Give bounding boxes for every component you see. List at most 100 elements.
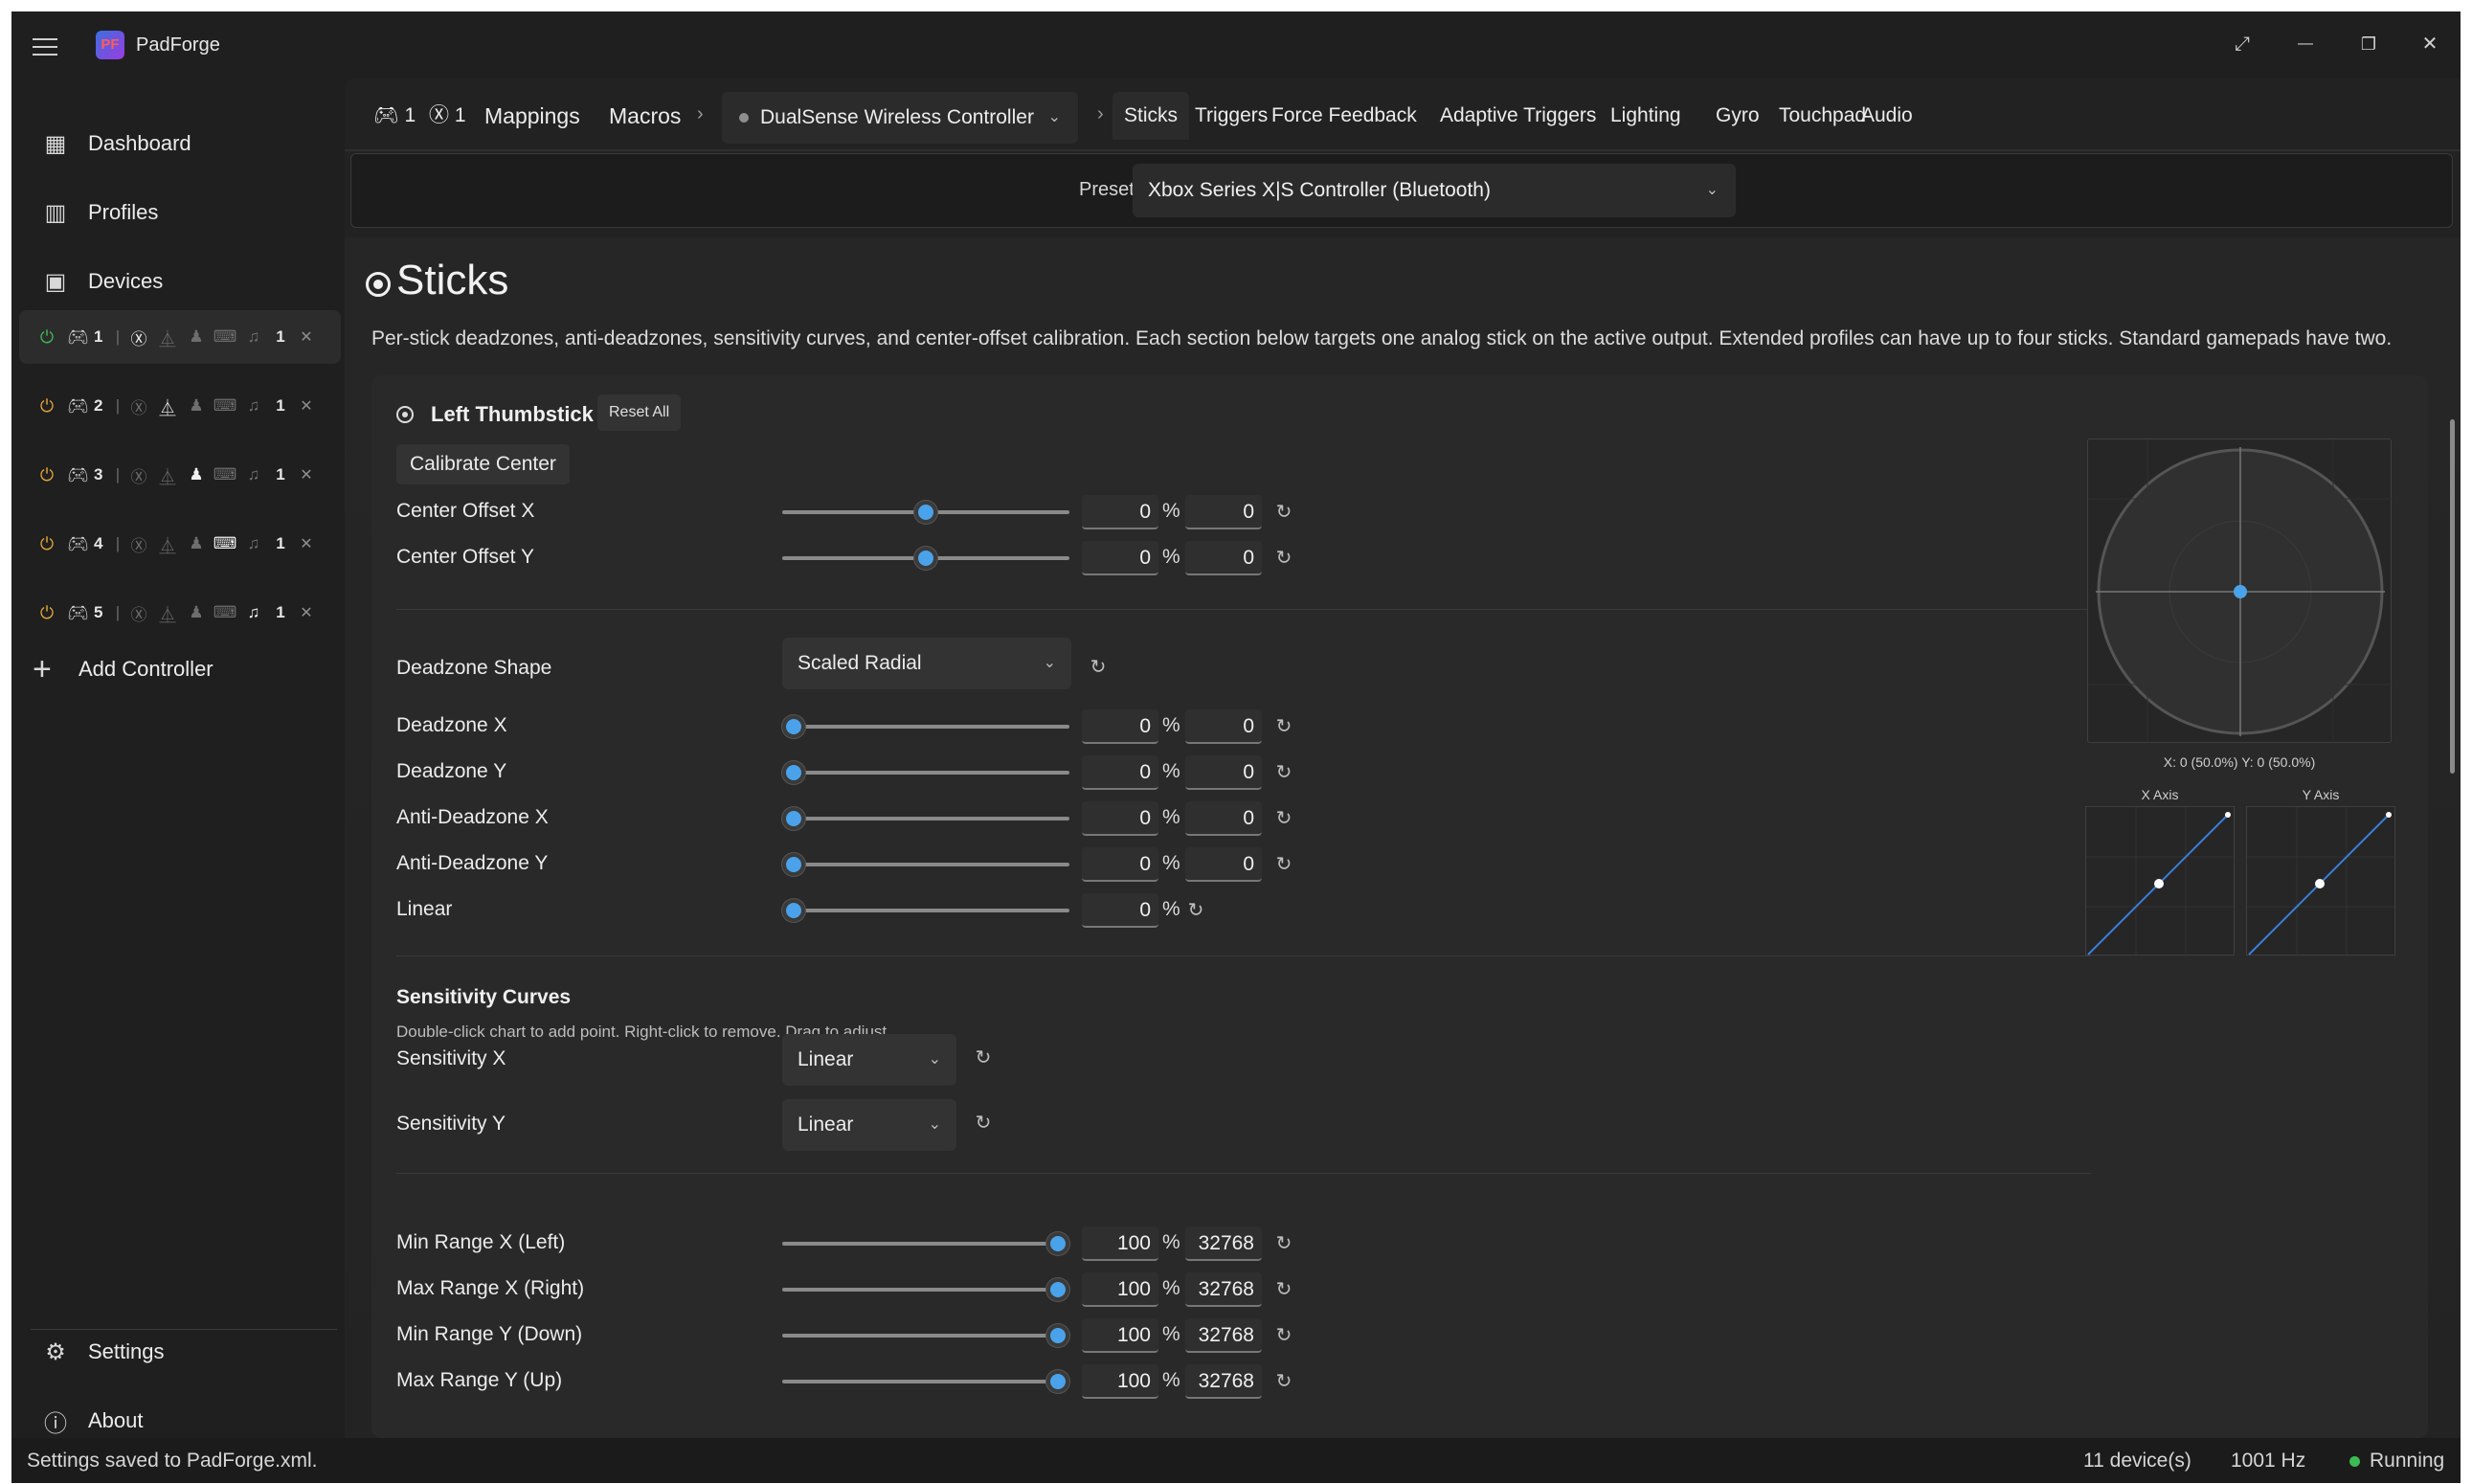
close-icon[interactable]: ✕ bbox=[293, 327, 320, 347]
restore-button[interactable]: ❐ bbox=[2349, 27, 2388, 61]
keyboard-icon[interactable]: ⌨ bbox=[211, 603, 239, 622]
anti-deadzone-y-slider[interactable] bbox=[782, 850, 1069, 879]
playstation-icon[interactable]: ⏅ bbox=[153, 601, 182, 625]
midi-icon[interactable]: ♫ bbox=[239, 396, 268, 416]
reset-icon[interactable]: ↻ bbox=[1273, 714, 1294, 738]
slider-thumb[interactable] bbox=[1046, 1232, 1069, 1255]
xbox-icon[interactable]: Ⓧ bbox=[124, 463, 153, 487]
nav-profiles[interactable]: ▥ Profiles bbox=[23, 186, 339, 239]
anti-deadzone-y-raw-input[interactable]: 0 bbox=[1185, 847, 1262, 882]
xbox-icon[interactable]: Ⓧ bbox=[124, 326, 153, 349]
keyboard-icon[interactable]: ⌨ bbox=[211, 534, 239, 553]
close-button[interactable]: ✕ bbox=[2411, 27, 2449, 61]
anti-deadzone-y-percent-input[interactable]: 0 bbox=[1082, 847, 1158, 882]
reset-icon[interactable]: ↻ bbox=[1273, 806, 1294, 830]
midi-icon[interactable]: ♫ bbox=[239, 327, 268, 347]
reset-icon[interactable]: ↻ bbox=[1273, 1231, 1294, 1255]
controller-counts[interactable]: 🎮︎ 1 Ⓧ 1 bbox=[373, 92, 466, 140]
slider-thumb[interactable] bbox=[914, 547, 937, 570]
xbox-icon[interactable]: Ⓧ bbox=[124, 532, 153, 556]
slider-thumb[interactable] bbox=[914, 501, 937, 524]
reset-icon[interactable]: ↻ bbox=[973, 1046, 994, 1069]
menu-icon[interactable] bbox=[33, 38, 57, 56]
y-axis-curve[interactable] bbox=[2246, 806, 2396, 956]
reset-icon[interactable]: ↻ bbox=[1273, 1369, 1294, 1393]
slider-thumb[interactable] bbox=[1046, 1278, 1069, 1301]
playstation-icon[interactable]: ⏅ bbox=[153, 326, 182, 349]
max-range-y-up-raw-input[interactable]: 32768 bbox=[1185, 1364, 1262, 1399]
controller-slot-5[interactable]: ⏻ 🎮︎ 5 | Ⓧ ⏅ ♟ ⌨ ♫ 1 ✕ bbox=[19, 586, 341, 640]
tab-sticks[interactable]: Sticks bbox=[1112, 92, 1190, 140]
tab-audio[interactable]: Audio bbox=[1861, 92, 1913, 140]
deadzone-y-raw-input[interactable]: 0 bbox=[1185, 755, 1262, 790]
center-offset-x-percent-input[interactable]: 0 bbox=[1082, 495, 1158, 529]
nav-settings[interactable]: ⚙ Settings bbox=[23, 1325, 339, 1379]
center-offset-y-percent-input[interactable]: 0 bbox=[1082, 541, 1158, 575]
preset-dropdown[interactable]: Xbox Series X|S Controller (Bluetooth) ⌄ bbox=[1133, 164, 1736, 217]
min-range-y-down-slider[interactable] bbox=[782, 1321, 1069, 1350]
reset-icon[interactable]: ↻ bbox=[1273, 1323, 1294, 1347]
person-icon[interactable]: ♟ bbox=[182, 603, 211, 622]
controller-slot-1[interactable]: ⏻ 🎮︎ 1 | Ⓧ ⏅ ♟ ⌨ ♫ 1 ✕ bbox=[19, 310, 341, 364]
device-dropdown[interactable]: DualSense Wireless Controller ⌄ bbox=[722, 92, 1078, 144]
max-range-y-up-slider[interactable] bbox=[782, 1367, 1069, 1396]
close-icon[interactable]: ✕ bbox=[293, 465, 320, 484]
curve-endpoint[interactable] bbox=[2225, 812, 2231, 818]
scrollbar[interactable] bbox=[2450, 419, 2455, 774]
reset-icon[interactable]: ↻ bbox=[1273, 1277, 1294, 1301]
midi-icon[interactable]: ♫ bbox=[239, 534, 268, 553]
reset-icon[interactable]: ↻ bbox=[1088, 655, 1109, 679]
person-icon[interactable]: ♟ bbox=[182, 534, 211, 553]
nav-devices[interactable]: ▣ Devices bbox=[23, 255, 339, 308]
tab-triggers[interactable]: Triggers bbox=[1195, 92, 1268, 140]
playstation-icon[interactable]: ⏅ bbox=[153, 394, 182, 418]
reset-icon[interactable]: ↻ bbox=[1273, 760, 1294, 784]
person-icon[interactable]: ♟ bbox=[182, 465, 211, 484]
slider-thumb[interactable] bbox=[782, 853, 805, 876]
deadzone-x-slider[interactable] bbox=[782, 712, 1069, 741]
min-range-x-left-raw-input[interactable]: 32768 bbox=[1185, 1226, 1262, 1261]
center-offset-x-raw-input[interactable]: 0 bbox=[1185, 495, 1262, 529]
xbox-icon[interactable]: Ⓧ bbox=[124, 601, 153, 625]
reset-icon[interactable]: ↻ bbox=[1273, 500, 1294, 524]
deadzone-x-raw-input[interactable]: 0 bbox=[1185, 709, 1262, 744]
reset-icon[interactable]: ↻ bbox=[973, 1111, 994, 1135]
xbox-icon[interactable]: Ⓧ bbox=[124, 394, 153, 418]
center-offset-x-slider[interactable] bbox=[782, 498, 1069, 527]
slider-thumb[interactable] bbox=[1046, 1324, 1069, 1347]
power-icon[interactable]: ⏻ bbox=[36, 534, 57, 554]
min-range-x-left-percent-input[interactable]: 100 bbox=[1082, 1226, 1158, 1261]
controller-slot-3[interactable]: ⏻ 🎮︎ 3 | Ⓧ ⏅ ♟ ⌨ ♫ 1 ✕ bbox=[19, 448, 341, 502]
slider-thumb[interactable] bbox=[782, 715, 805, 738]
max-range-x-right-raw-input[interactable]: 32768 bbox=[1185, 1272, 1262, 1307]
anti-deadzone-x-raw-input[interactable]: 0 bbox=[1185, 801, 1262, 836]
calibrate-center-button[interactable]: Calibrate Center bbox=[396, 444, 570, 484]
reset-icon[interactable]: ↻ bbox=[1273, 546, 1294, 570]
power-icon[interactable]: ⏻ bbox=[36, 603, 57, 623]
deadzone-y-slider[interactable] bbox=[782, 758, 1069, 787]
close-icon[interactable]: ✕ bbox=[293, 396, 320, 416]
midi-icon[interactable]: ♫ bbox=[239, 603, 268, 622]
max-range-y-up-percent-input[interactable]: 100 bbox=[1082, 1364, 1158, 1399]
tab-lighting[interactable]: Lighting bbox=[1610, 92, 1681, 140]
max-range-x-right-slider[interactable] bbox=[782, 1275, 1069, 1304]
min-range-y-down-percent-input[interactable]: 100 bbox=[1082, 1318, 1158, 1353]
tab-force-feedback[interactable]: Force Feedback bbox=[1271, 92, 1417, 140]
keyboard-icon[interactable]: ⌨ bbox=[211, 327, 239, 347]
reset-all-button[interactable]: Reset All bbox=[597, 394, 682, 431]
reset-icon[interactable]: ↻ bbox=[1185, 898, 1206, 922]
slider-thumb[interactable] bbox=[782, 761, 805, 784]
tab-gyro[interactable]: Gyro bbox=[1716, 92, 1760, 140]
add-controller-button[interactable]: + Add Controller bbox=[33, 653, 213, 686]
max-range-x-right-percent-input[interactable]: 100 bbox=[1082, 1272, 1158, 1307]
deadzone-x-percent-input[interactable]: 0 bbox=[1082, 709, 1158, 744]
keyboard-icon[interactable]: ⌨ bbox=[211, 465, 239, 484]
tab-mappings[interactable]: Mappings bbox=[484, 92, 580, 140]
deadzone-y-percent-input[interactable]: 0 bbox=[1082, 755, 1158, 790]
slider-thumb[interactable] bbox=[782, 899, 805, 922]
slider-thumb[interactable] bbox=[1046, 1370, 1069, 1393]
center-offset-y-raw-input[interactable]: 0 bbox=[1185, 541, 1262, 575]
curve-endpoint[interactable] bbox=[2386, 812, 2392, 818]
tab-macros[interactable]: Macros bbox=[609, 92, 681, 140]
slider-thumb[interactable] bbox=[782, 807, 805, 830]
